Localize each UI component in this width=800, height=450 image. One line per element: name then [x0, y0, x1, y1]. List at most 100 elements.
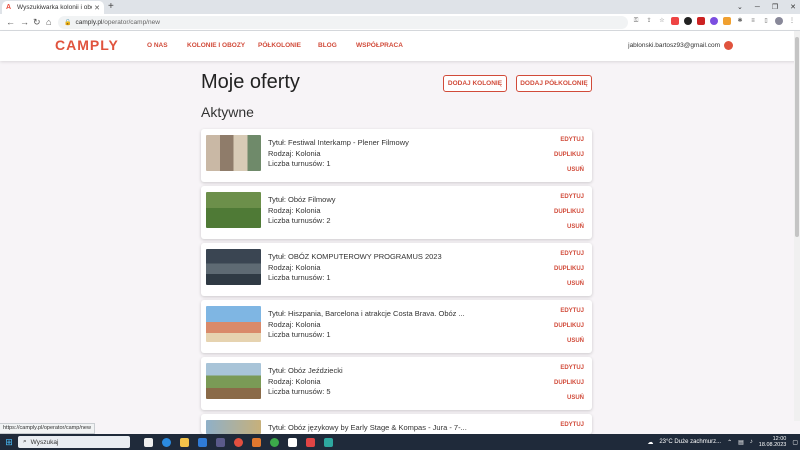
extensions-puzzle-icon[interactable]: ✱	[736, 17, 744, 25]
offer-card: Tytuł: Obóz językowy by Early Stage & Ko…	[201, 414, 592, 434]
bookmark-star-icon[interactable]: ☆	[658, 17, 666, 25]
offer-title: Tytuł: Obóz językowy by Early Stage & Ko…	[268, 423, 467, 432]
profile-avatar[interactable]	[775, 17, 783, 25]
offer-thumbnail[interactable]	[206, 135, 261, 171]
user-email[interactable]: jablonski.bartosz93@gmail.com	[628, 42, 720, 49]
address-bar[interactable]: 🔒 camply.pl/operator/camp/new	[58, 16, 628, 29]
back-icon[interactable]: ←	[6, 16, 15, 28]
duplicate-button[interactable]: DUPLIKUJ	[554, 208, 584, 223]
minimize-icon[interactable]: ─	[755, 4, 760, 11]
home-icon[interactable]: ⌂	[46, 16, 51, 28]
offer-actions: EDYTUJ DUPLIKUJ USUŃ	[554, 364, 584, 409]
file-explorer-icon[interactable]	[180, 437, 189, 447]
offer-thumbnail[interactable]	[206, 363, 261, 399]
reload-icon[interactable]: ↻	[33, 16, 41, 28]
offer-type: Rodzaj: Kolonia	[268, 262, 321, 272]
offer-thumbnail[interactable]	[206, 192, 261, 228]
offer-thumbnail[interactable]	[206, 249, 261, 285]
search-icon: ⌕	[23, 438, 27, 445]
offer-turns: Liczba turnusów: 5	[268, 387, 331, 396]
edge-icon[interactable]	[162, 437, 171, 447]
clock[interactable]: 12:00 18.08.2023	[759, 436, 787, 449]
notion-icon[interactable]	[288, 437, 297, 447]
extension-dark-icon[interactable]	[684, 17, 692, 25]
nav-item-cooperation[interactable]: WSPÓŁPRACA	[356, 42, 403, 49]
nav-item-blog[interactable]: BLOG	[318, 42, 356, 49]
task-view-icon[interactable]	[144, 437, 153, 447]
notifications-icon[interactable]: ▢	[792, 439, 798, 446]
offer-title: Tytuł: Obóz Jeździecki	[268, 366, 343, 375]
offer-type: Rodzaj: Kolonia	[268, 376, 321, 386]
offer-actions: EDYTUJ DUPLIKUJ USUŃ	[554, 193, 584, 238]
delete-button[interactable]: USUŃ	[567, 394, 584, 409]
offer-type: Rodzaj: Kolonia	[268, 148, 321, 158]
weather-icon[interactable]: ☁	[647, 439, 653, 446]
add-colony-button[interactable]: DODAJ KOLONIĘ	[443, 75, 507, 92]
offer-card: Tytuł: Obóz Filmowy Rodzaj: Kolonia Licz…	[201, 186, 592, 239]
maximize-icon[interactable]: ❐	[772, 3, 778, 11]
mail-icon[interactable]	[198, 437, 207, 447]
edit-button[interactable]: EDYTUJ	[560, 364, 584, 379]
offer-card: Tytuł: OBÓZ KOMPUTEROWY PROGRAMUS 2023 R…	[201, 243, 592, 296]
duplicate-button[interactable]: DUPLIKUJ	[554, 265, 584, 280]
taskbar: ⊞ ⌕ Wyszukaj ☁ 23°C Duże zachmurz... ⌃ ▤…	[0, 434, 800, 450]
nav-item-daycamps[interactable]: PÓŁKOLONIE	[258, 42, 318, 49]
tab-close-icon[interactable]: ✕	[94, 4, 100, 12]
extension-purple-icon[interactable]	[710, 17, 718, 25]
sidebar-icon[interactable]: ▯	[762, 17, 770, 25]
network-icon[interactable]: ▤	[738, 439, 744, 446]
account-icon[interactable]	[724, 41, 733, 50]
camply-logo[interactable]: CAMPLY	[55, 37, 119, 53]
chrome-icon[interactable]	[270, 437, 279, 447]
offer-type: Rodzaj: Kolonia	[268, 319, 321, 329]
offer-thumbnail[interactable]	[206, 306, 261, 342]
extension-fox-icon[interactable]	[723, 17, 731, 25]
chrome-menu-icon[interactable]: ⋮	[788, 17, 796, 25]
new-tab-icon[interactable]: +	[108, 1, 114, 13]
browser-tab[interactable]: A Wyszukiwarka kolonii i obozów ✕	[2, 1, 104, 14]
app-red2-icon[interactable]	[306, 437, 315, 447]
edit-button[interactable]: EDYTUJ	[560, 421, 584, 434]
close-window-icon[interactable]: ✕	[790, 3, 796, 11]
offer-turns: Liczba turnusów: 1	[268, 330, 331, 339]
edit-button[interactable]: EDYTUJ	[560, 136, 584, 151]
extension-pdf-icon[interactable]	[697, 17, 705, 25]
app-orange-icon[interactable]	[252, 437, 261, 447]
site-header: CAMPLY O NAS KOLONIE I OBOZY PÓŁKOLONIE …	[0, 31, 800, 61]
share-icon[interactable]: ⇪	[645, 17, 653, 25]
media-icon[interactable]: ≡	[749, 17, 757, 25]
add-halfcolony-button[interactable]: DODAJ PÓŁKOLONIĘ	[516, 75, 592, 92]
app-teal-icon[interactable]	[324, 437, 333, 447]
delete-button[interactable]: USUŃ	[567, 166, 584, 181]
windows-start-icon[interactable]: ⊞	[0, 434, 18, 450]
browser-toolbar: ← → ↻ ⌂ 🔒 camply.pl/operator/camp/new ⚿ …	[0, 14, 800, 31]
duplicate-button[interactable]: DUPLIKUJ	[554, 322, 584, 337]
forward-icon[interactable]: →	[20, 16, 29, 28]
nav-item-camps[interactable]: KOLONIE I OBOZY	[187, 42, 258, 49]
volume-icon[interactable]: ♪	[750, 439, 753, 445]
clock-date: 18.08.2023	[758, 442, 787, 448]
lock-icon[interactable]: 🔒	[64, 19, 71, 26]
page-scrollbar[interactable]	[794, 31, 800, 421]
offer-info: Tytuł: Hiszpania, Barcelona i atrakcje C…	[268, 309, 465, 341]
edit-button[interactable]: EDYTUJ	[560, 250, 584, 265]
taskbar-search[interactable]: ⌕ Wyszukaj	[18, 436, 130, 448]
delete-button[interactable]: USUŃ	[567, 337, 584, 352]
edit-button[interactable]: EDYTUJ	[560, 193, 584, 208]
app-icon[interactable]	[216, 437, 225, 447]
scrollbar-thumb[interactable]	[795, 37, 799, 237]
app-red-icon[interactable]	[234, 437, 243, 447]
offer-thumbnail[interactable]	[206, 420, 261, 434]
delete-button[interactable]: USUŃ	[567, 280, 584, 295]
tab-search-icon[interactable]: ⌄	[737, 3, 743, 11]
tray-overflow-icon[interactable]: ⌃	[727, 439, 732, 446]
key-icon[interactable]: ⚿	[632, 17, 640, 25]
offer-actions: EDYTUJ DUPLIKUJ USUŃ	[554, 250, 584, 295]
delete-button[interactable]: USUŃ	[567, 223, 584, 238]
nav-item-about[interactable]: O NAS	[147, 42, 187, 49]
duplicate-button[interactable]: DUPLIKUJ	[554, 379, 584, 394]
edit-button[interactable]: EDYTUJ	[560, 307, 584, 322]
weather-text[interactable]: 23°C Duże zachmurz...	[659, 439, 721, 445]
extension-red-icon[interactable]	[671, 17, 679, 25]
duplicate-button[interactable]: DUPLIKUJ	[554, 151, 584, 166]
